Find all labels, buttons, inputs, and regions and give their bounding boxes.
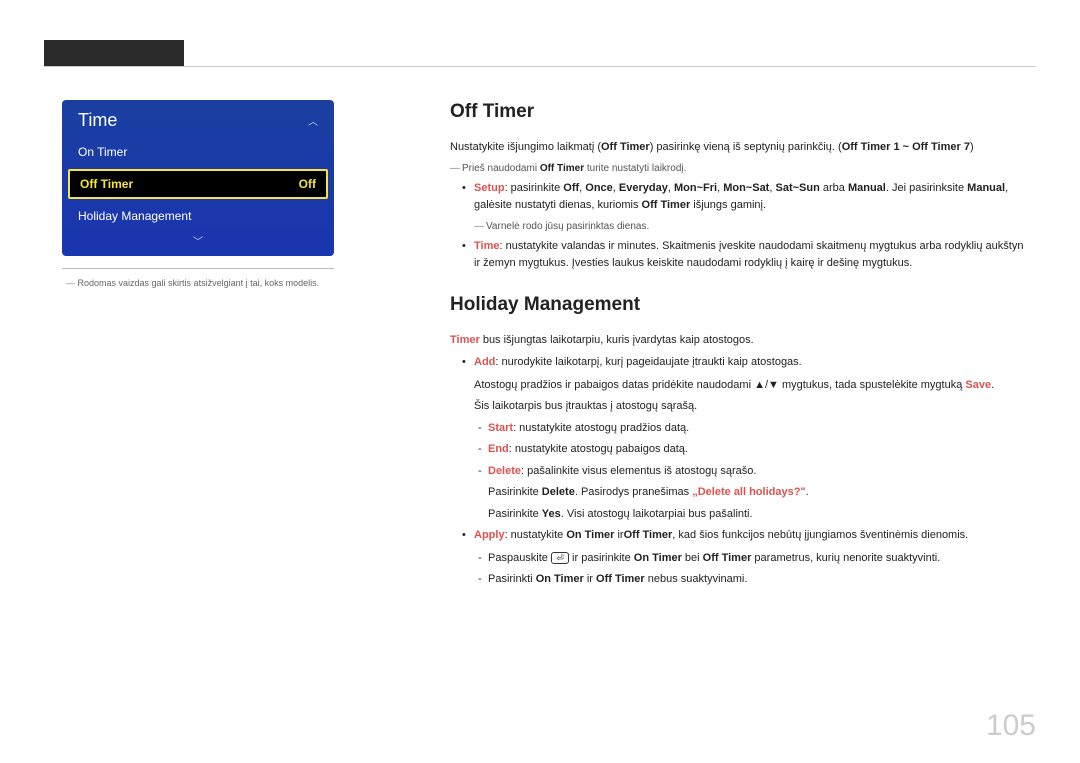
- delete-confirm: Pasirinkite Delete. Pasirodys pranešimas…: [450, 484, 1030, 501]
- header-accent: [44, 40, 184, 66]
- prereq-note: Prieš naudodami Off Timer turite nustaty…: [450, 161, 1030, 176]
- menu-item-label: Off Timer: [80, 177, 133, 191]
- start-item: Start: nustatykite atostogų pradžios dat…: [450, 420, 1030, 437]
- divider: [62, 268, 334, 269]
- off-timer-heading: Off Timer: [450, 98, 1030, 127]
- apply-sub2: Pasirinkti On Timer ir Off Timer nebus s…: [450, 571, 1030, 588]
- setup-bullet: Setup: pasirinkite Off, Once, Everyday, …: [450, 180, 1030, 213]
- header-rule: [44, 66, 1036, 67]
- add-bullet: Add: nurodykite laikotarpį, kurį pageida…: [450, 354, 1030, 371]
- delete-item: Delete: pašalinkite visus elementus iš a…: [450, 463, 1030, 480]
- apply-sub1: Paspauskite ⏎ ir pasirinkite On Timer be…: [450, 550, 1030, 567]
- sidebar-note: Rodomas vaizdas gali skirtis atsižvelgia…: [62, 277, 334, 290]
- menu-item-value: Off: [299, 177, 316, 191]
- chevron-down-icon[interactable]: ﹀: [62, 231, 334, 250]
- chevron-up-icon[interactable]: ︿: [308, 113, 318, 128]
- holiday-desc: Timer bus išjungtas laikotarpiu, kuris į…: [450, 332, 1030, 349]
- time-menu: Time ︿ On Timer Off Timer Off Holiday Ma…: [62, 100, 334, 256]
- menu-item-off-timer[interactable]: Off Timer Off: [68, 169, 328, 199]
- menu-item-holiday[interactable]: Holiday Management: [62, 201, 334, 231]
- enter-icon: ⏎: [551, 552, 569, 564]
- menu-title: Time: [78, 110, 117, 131]
- sidebar: Time ︿ On Timer Off Timer Off Holiday Ma…: [62, 100, 334, 290]
- menu-item-on-timer[interactable]: On Timer: [62, 137, 334, 167]
- delete-yes: Pasirinkite Yes. Visi atostogų laikotarp…: [450, 506, 1030, 523]
- holiday-heading: Holiday Management: [450, 291, 1030, 320]
- main-content: Off Timer Nustatykite išjungimo laikmatį…: [450, 98, 1030, 593]
- menu-title-row: Time ︿: [62, 100, 334, 137]
- apply-bullet: Apply: nustatykite On Timer irOff Timer,…: [450, 527, 1030, 544]
- page-number: 105: [986, 709, 1036, 743]
- add-sub1: Atostogų pradžios ir pabaigos datas prid…: [450, 377, 1030, 394]
- check-note: Varnelė rodo jūsų pasirinktas dienas.: [474, 219, 1030, 234]
- off-timer-desc: Nustatykite išjungimo laikmatį (Off Time…: [450, 139, 1030, 156]
- end-item: End: nustatykite atostogų pabaigos datą.: [450, 441, 1030, 458]
- time-bullet: Time: nustatykite valandas ir minutes. S…: [450, 238, 1030, 271]
- add-sub2: Šis laikotarpis bus įtrauktas į atostogų…: [450, 398, 1030, 415]
